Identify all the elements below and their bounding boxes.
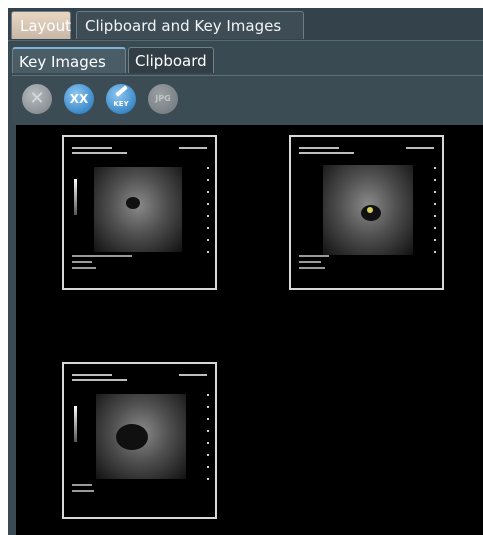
tab-key-images[interactable]: Key Images [12, 47, 126, 73]
depth-markers [434, 167, 436, 257]
image-footer-text [72, 267, 96, 269]
key-images-canvas [16, 125, 483, 535]
image-footer-text [72, 490, 94, 492]
tab-layout[interactable]: Layout [11, 11, 71, 39]
delete-all-button[interactable]: XX [64, 84, 94, 114]
app-window: Layout Clipboard and Key Images Key Imag… [8, 8, 483, 535]
key-image-thumbnail[interactable] [289, 135, 444, 290]
caliper-marker [367, 207, 373, 213]
image-footer-text [72, 484, 92, 486]
clipboard-panel: Key Images Clipboard ✕ XX KEY JPG [8, 41, 483, 535]
lesion [116, 424, 148, 450]
grayscale-bar [74, 406, 77, 442]
close-icon: ✕ [29, 88, 45, 109]
export-jpg-button[interactable]: JPG [148, 84, 178, 114]
ultrasound-image [323, 165, 413, 255]
delete-button[interactable]: ✕ [22, 84, 52, 114]
lesion [126, 197, 140, 209]
image-footer-text [72, 255, 132, 257]
image-header-text [299, 152, 354, 154]
key-image-thumbnail[interactable] [62, 135, 217, 290]
depth-markers [207, 394, 209, 484]
pencil-icon [115, 85, 128, 97]
tab-clipboard-and-key-images[interactable]: Clipboard and Key Images [76, 11, 304, 39]
image-header-text [179, 374, 207, 376]
image-footer-text [299, 261, 321, 263]
image-header-text [72, 379, 127, 381]
image-footer-text [299, 255, 329, 257]
image-footer-text [299, 267, 325, 269]
image-header-text [299, 147, 339, 149]
ultrasound-image [94, 167, 182, 252]
jpg-icon: JPG [155, 94, 171, 103]
ultrasound-image [96, 394, 186, 479]
image-header-text [406, 147, 434, 149]
top-tab-bar: Layout Clipboard and Key Images [8, 8, 483, 41]
image-footer-text [72, 261, 92, 263]
sub-tab-bar: Key Images Clipboard [8, 41, 483, 75]
image-header-text [72, 147, 112, 149]
image-header-text [72, 152, 127, 154]
depth-markers [207, 167, 209, 257]
key-image-toolbar: ✕ XX KEY JPG [12, 75, 483, 126]
image-header-text [179, 147, 207, 149]
image-header-text [72, 374, 112, 376]
key-edit-button[interactable]: KEY [106, 84, 136, 114]
tab-clipboard[interactable]: Clipboard [128, 47, 214, 73]
grayscale-bar [74, 179, 77, 215]
key-image-thumbnail[interactable] [62, 362, 217, 519]
delete-all-icon: XX [69, 92, 89, 106]
key-pencil-icon: KEY [113, 100, 129, 108]
